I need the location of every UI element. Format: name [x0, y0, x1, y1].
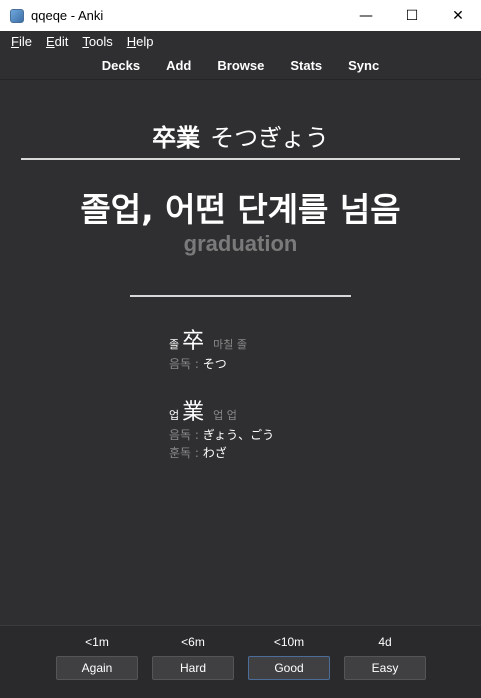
interval-easy: 4d: [378, 635, 392, 649]
toolbar-sync[interactable]: Sync: [335, 58, 392, 73]
front-kana: そつぎょう: [210, 124, 329, 152]
reading-value: わざ: [202, 446, 227, 460]
reading-label: 훈독 :: [169, 446, 203, 460]
again-button[interactable]: Again: [56, 656, 138, 680]
section-divider: [130, 295, 351, 297]
reading-value: そつ: [202, 357, 227, 371]
answer-divider: [21, 158, 460, 160]
kanji-korean-reading: 졸: [169, 338, 180, 351]
interval-hard: <6m: [181, 635, 205, 649]
kanji-character: 業: [182, 400, 205, 425]
interval-again: <1m: [85, 635, 109, 649]
answer-bar: <1m <6m <10m 4d Again Hard Good Easy: [0, 625, 481, 698]
kanji-meaning: 업 업: [213, 409, 237, 422]
toolbar-browse[interactable]: Browse: [204, 58, 277, 73]
reading-label: 음독 :: [169, 357, 203, 371]
reading-line: 훈독 : わざ: [169, 444, 274, 462]
menu-edit[interactable]: Edit: [46, 34, 68, 49]
window-titlebar: qqeqe - Anki — ☐ ✕: [0, 0, 481, 32]
close-button[interactable]: ✕: [435, 0, 481, 31]
korean-meaning: 졸업, 어떤 단계를 넘음: [80, 190, 401, 229]
front-kanji: 卒業: [152, 124, 201, 152]
menu-tools[interactable]: Tools: [82, 34, 112, 49]
reading-value: ぎょう、ごう: [202, 428, 275, 442]
good-button[interactable]: Good: [248, 656, 330, 680]
maximize-button[interactable]: ☐: [389, 0, 435, 31]
window-controls: — ☐ ✕: [343, 0, 481, 31]
reading-line: 음독 : そつ: [169, 355, 247, 373]
kanji-detail-2: 업 業 업 업 음독 : ぎょう、ごう 훈독 : わざ: [169, 398, 274, 462]
interval-good: <10m: [273, 635, 305, 649]
window-title: qqeqe - Anki: [31, 8, 104, 23]
card-view: 卒業 そつぎょう 졸업, 어떤 단계를 넘음 graduation 졸 卒 마칠 …: [0, 80, 481, 625]
easy-button[interactable]: Easy: [344, 656, 426, 680]
anki-app-icon: [10, 8, 24, 23]
kanji-detail-1: 졸 卒 마칠 졸 음독 : そつ: [169, 327, 247, 373]
toolbar-stats[interactable]: Stats: [277, 58, 335, 73]
kanji-character: 卒: [182, 329, 205, 354]
card-front: 卒業 そつぎょう: [0, 118, 481, 153]
kanji-heading: 업 業 업 업: [169, 398, 274, 426]
menu-file[interactable]: File: [11, 34, 32, 49]
english-meaning: graduation: [183, 231, 298, 256]
toolbar-add[interactable]: Add: [153, 58, 204, 73]
main-toolbar: Decks Add Browse Stats Sync: [0, 51, 481, 80]
menu-bar: File Edit Tools Help: [0, 31, 481, 51]
reading-line: 음독 : ぎょう、ごう: [169, 426, 274, 444]
menu-help[interactable]: Help: [127, 34, 154, 49]
kanji-meaning: 마칠 졸: [213, 338, 247, 351]
hard-button[interactable]: Hard: [152, 656, 234, 680]
toolbar-decks[interactable]: Decks: [89, 58, 153, 73]
kanji-heading: 졸 卒 마칠 졸: [169, 327, 247, 355]
reading-label: 음독 :: [169, 428, 203, 442]
minimize-button[interactable]: —: [343, 0, 389, 31]
kanji-korean-reading: 업: [169, 409, 180, 422]
